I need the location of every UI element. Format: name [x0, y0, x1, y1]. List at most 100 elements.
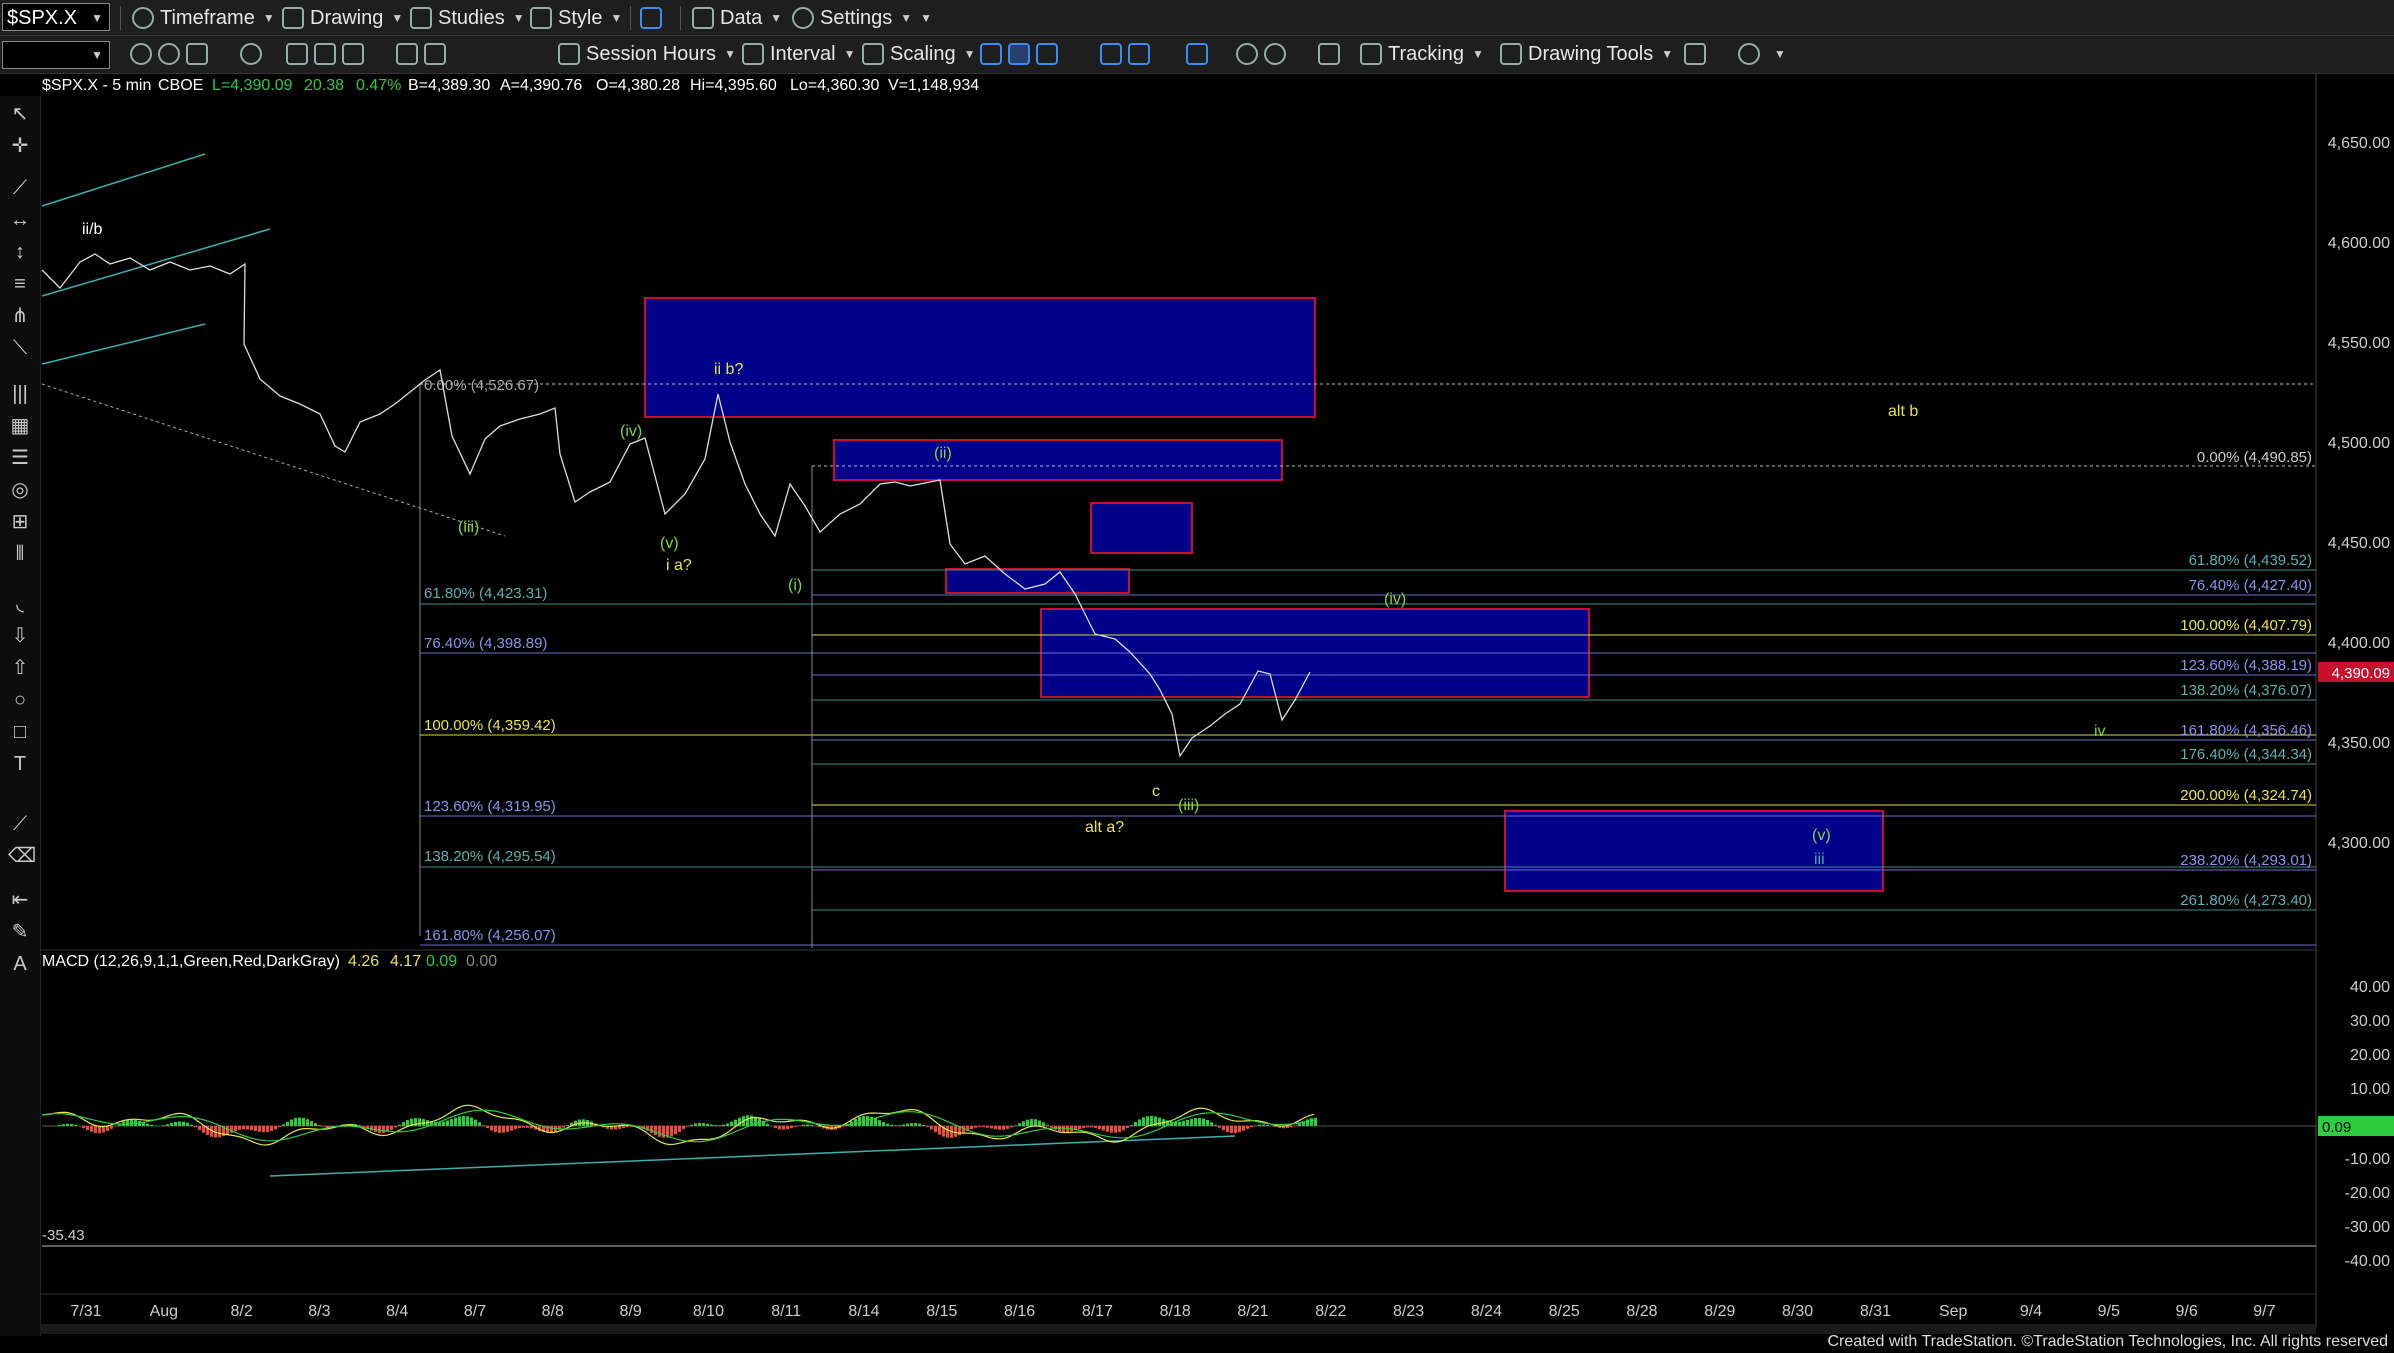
macd-bar [622, 1126, 625, 1129]
macd-bar [106, 1126, 109, 1131]
link-button[interactable] [640, 0, 668, 36]
macd-bar [1098, 1126, 1101, 1130]
macd-bar [1250, 1126, 1253, 1128]
bid-price: B=4,389.30 [408, 77, 490, 94]
price-tick: 4,350.00 [2328, 735, 2390, 752]
chevron-down-icon[interactable]: ▼ [91, 4, 103, 32]
drawing-menu[interactable]: Drawing ▼ [282, 0, 403, 36]
macd-bar [786, 1126, 789, 1130]
macd-bar [1262, 1124, 1265, 1126]
fib-label: 161.80% (4,256.07) [424, 927, 556, 944]
session-hours-menu[interactable]: Session Hours ▼ [558, 36, 736, 72]
tool-button[interactable] [396, 36, 452, 72]
fib-label: 176.40% (4,344.34) [2180, 746, 2312, 763]
scroll-buttons[interactable] [1100, 36, 1156, 72]
macd-bar [454, 1117, 457, 1126]
style-menu[interactable]: Style ▼ [530, 0, 622, 36]
change-percent: 0.47% [356, 77, 401, 94]
macd-bar [246, 1126, 249, 1130]
fib-label: 261.80% (4,273.40) [2180, 892, 2312, 909]
bar-type-buttons[interactable] [980, 36, 1064, 72]
macd-bar [566, 1125, 569, 1126]
price-chart[interactable]: $SPX.X - 5 min CBOE L=4,390.09 20.38 0.4… [0, 74, 2394, 1336]
fib-label: 61.80% (4,439.52) [2189, 552, 2312, 569]
macd-bar [1094, 1126, 1097, 1128]
timeframe-menu[interactable]: Timeframe ▼ [132, 0, 275, 36]
tracking-menu[interactable]: Tracking ▼ [1360, 36, 1484, 72]
macd-bar [1298, 1123, 1301, 1126]
macd-bar [306, 1119, 309, 1126]
grid-button[interactable] [1318, 36, 1346, 72]
target-box[interactable] [644, 297, 1316, 418]
tool-button[interactable] [130, 36, 214, 72]
macd-bar [1050, 1126, 1053, 1128]
layout-button[interactable] [1186, 36, 1214, 72]
macd-bar [390, 1126, 393, 1131]
tool-button[interactable] [286, 36, 370, 72]
macd-bar [1178, 1121, 1181, 1126]
macd-tick: -10.00 [2345, 1151, 2390, 1168]
macd-bar [1238, 1126, 1241, 1133]
macd-bar [62, 1124, 65, 1126]
target-box[interactable] [1504, 810, 1884, 892]
price-axis-panel[interactable] [2316, 74, 2394, 1336]
macd-bar [946, 1126, 949, 1138]
macd-bar [1214, 1124, 1217, 1126]
data-label: Data [720, 6, 763, 29]
symbol-info: $SPX.X - 5 min [42, 77, 151, 94]
zoom-buttons[interactable] [1236, 36, 1292, 72]
target-box[interactable] [833, 439, 1283, 481]
macd-bar [1130, 1125, 1133, 1126]
macd-bar [1274, 1126, 1277, 1127]
macd-bar [1122, 1126, 1125, 1131]
macd-bar [74, 1124, 77, 1126]
chevron-down-icon[interactable]: ▼ [91, 48, 103, 62]
macd-bar [398, 1124, 401, 1126]
drawing-label: Drawing [310, 6, 384, 29]
macd-bar [130, 1119, 133, 1126]
macd-bar [714, 1125, 717, 1126]
macd-bar [782, 1126, 785, 1130]
main-toolbar: $SPX.X ▼ Timeframe ▼ Drawing ▼ Studies ▼ Sty… [0, 0, 2394, 36]
macd-bar [854, 1118, 857, 1126]
macd-bar [530, 1126, 533, 1129]
macd-bar [1230, 1126, 1233, 1134]
macd-bar [1086, 1126, 1089, 1128]
chat-button[interactable]: ▼ [1738, 36, 1786, 72]
macd-bar [510, 1126, 513, 1131]
macd-bar [46, 1126, 49, 1127]
macd-bar [258, 1126, 261, 1132]
scaling-menu[interactable]: Scaling ▼ [862, 36, 976, 72]
session-icon [558, 43, 580, 65]
drawing-tools-menu[interactable]: Drawing Tools ▼ [1500, 36, 1673, 72]
settings-menu[interactable]: Settings ▼ ▼ [792, 0, 932, 36]
wave-label: alt a? [1085, 819, 1124, 836]
macd-bar [1182, 1120, 1185, 1126]
time-tick: 8/4 [386, 1303, 408, 1320]
fib-label: 161.80% (4,356.46) [2180, 722, 2312, 739]
macd-bar [1090, 1126, 1093, 1128]
macd-value: 4.17 [390, 953, 421, 970]
symbol-input[interactable]: $SPX.X ▼ [2, 3, 110, 31]
studies-menu[interactable]: Studies ▼ [410, 0, 525, 36]
indicator-icon [396, 43, 418, 65]
layout-icon [1186, 43, 1208, 65]
color-selector[interactable]: ▼ [2, 41, 110, 69]
data-menu[interactable]: Data ▼ [692, 0, 782, 36]
time-tick: 8/2 [230, 1303, 252, 1320]
time-tick: 8/24 [1471, 1303, 1502, 1320]
macd-bar [418, 1118, 421, 1126]
macd-bar [94, 1126, 97, 1133]
time-tick: Sep [1939, 1303, 1968, 1320]
macd-bar [694, 1123, 697, 1126]
export-button[interactable] [1684, 36, 1712, 72]
target-box[interactable] [945, 568, 1130, 594]
tool-button[interactable] [240, 36, 268, 72]
macd-bar [1102, 1126, 1105, 1131]
studies-label: Studies [438, 6, 505, 29]
wave-label: ii b? [714, 361, 743, 378]
interval-menu[interactable]: Interval ▼ [742, 36, 855, 72]
target-box[interactable] [1090, 502, 1193, 554]
macd-bar [526, 1126, 529, 1128]
macd-bar [1310, 1118, 1313, 1126]
